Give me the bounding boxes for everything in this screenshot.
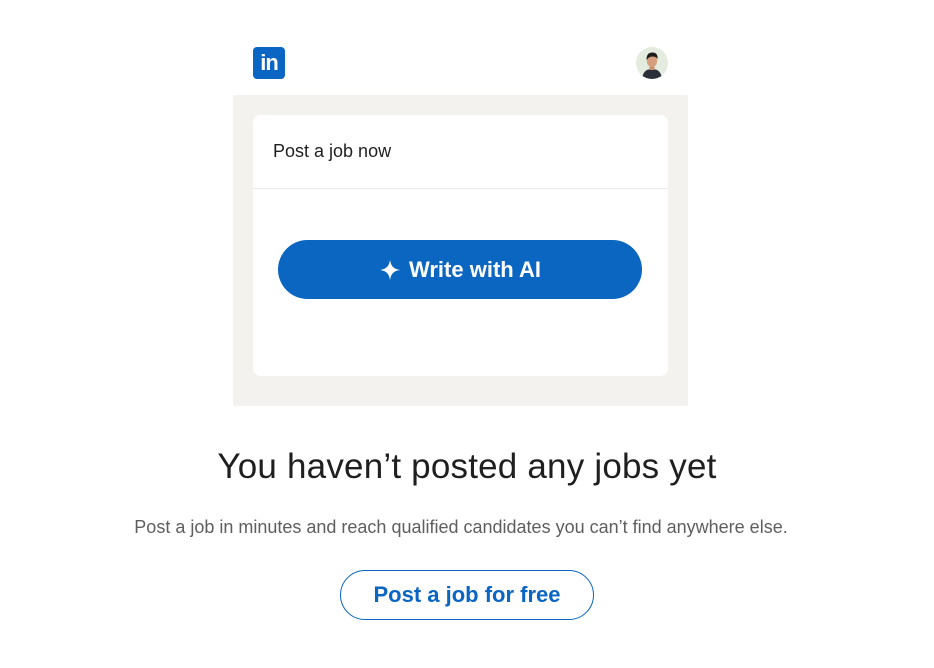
post-job-card: Post a job now Write with AI bbox=[253, 115, 668, 376]
post-job-button[interactable]: Post a job for free bbox=[340, 570, 594, 620]
post-job-button-label: Post a job for free bbox=[373, 582, 561, 607]
job-post-illustration: Post a job now Write with AI bbox=[233, 95, 688, 406]
empty-state-headline: You haven’t posted any jobs yet bbox=[217, 447, 717, 486]
empty-state-description: Post a job in minutes and reach qualifie… bbox=[134, 517, 788, 537]
avatar-icon bbox=[636, 47, 668, 79]
sparkle-icon bbox=[379, 259, 401, 280]
card-title: Post a job now bbox=[253, 115, 668, 189]
page: in Post a job now Write with AI You have… bbox=[0, 0, 934, 668]
linkedin-logo[interactable]: in bbox=[253, 47, 285, 79]
write-with-ai-button[interactable]: Write with AI bbox=[278, 240, 642, 299]
user-avatar[interactable] bbox=[636, 47, 668, 79]
write-with-ai-label: Write with AI bbox=[409, 256, 541, 282]
